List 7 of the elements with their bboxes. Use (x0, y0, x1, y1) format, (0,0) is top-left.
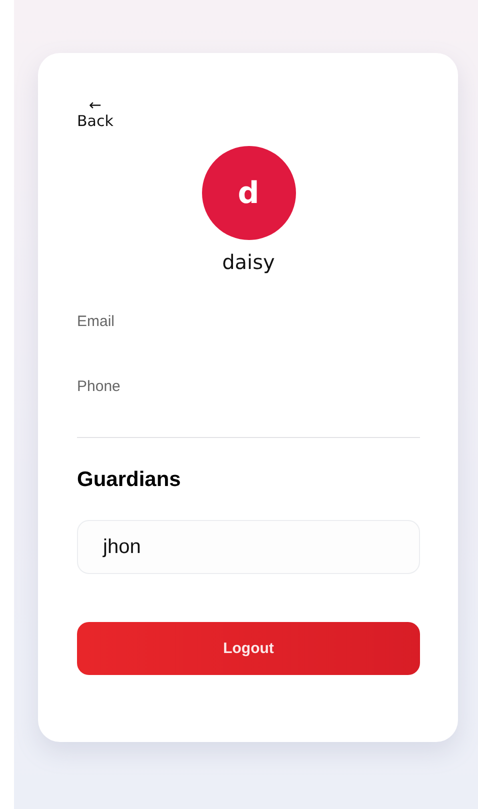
avatar: d (202, 146, 296, 240)
user-name: daisy (221, 250, 276, 274)
logout-button[interactable]: Logout (77, 622, 420, 675)
section-title: Guardians (77, 468, 182, 492)
guardian-item[interactable]: jhon (77, 520, 420, 574)
field-label: Phone (77, 377, 122, 396)
field-label: Email (77, 312, 116, 331)
